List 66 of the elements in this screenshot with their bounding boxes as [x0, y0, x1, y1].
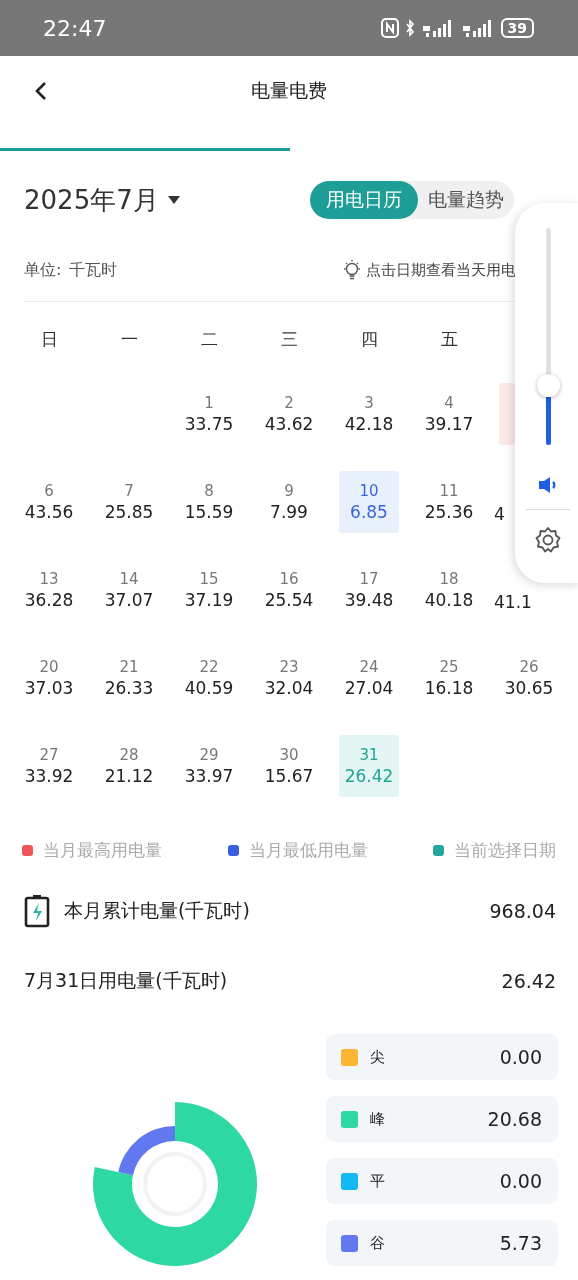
calendar-day[interactable]: 6 43.56	[19, 471, 79, 533]
calendar-day[interactable]: 23 32.04	[259, 647, 319, 709]
calendar-day[interactable]: 21 26.33	[99, 647, 159, 709]
weekday-label: 二	[199, 328, 219, 351]
summary-value: 968.04	[489, 900, 556, 922]
weekday-label: 一	[119, 328, 139, 351]
caret-icon	[166, 195, 181, 205]
battery-charging-icon	[24, 894, 50, 928]
calendar-day[interactable]: 15 37.19	[179, 559, 239, 621]
calendar-day[interactable]: 41.1	[494, 592, 532, 612]
calendar-day[interactable]: 3 42.18	[339, 383, 399, 445]
calendar-day[interactable]: 11 25.36	[419, 471, 479, 533]
unit-label: 单位:	[24, 259, 62, 281]
calendar-day[interactable]: 14 37.07	[99, 559, 159, 621]
calendar-day[interactable]: 4 39.17	[419, 383, 479, 445]
calendar-day[interactable]: 29 33.97	[179, 735, 239, 797]
nfc-icon	[380, 18, 399, 38]
breakdown-label: 尖	[370, 1047, 385, 1067]
breakdown-label: 平	[370, 1171, 385, 1191]
weekday-label: 四	[359, 328, 379, 351]
calendar-day[interactable]: 4	[494, 504, 505, 524]
lightbulb-icon	[342, 259, 362, 281]
calendar-day[interactable]: 30 15.67	[259, 735, 319, 797]
calendar-day[interactable]: 22 40.59	[179, 647, 239, 709]
weekday-label: 三	[279, 328, 299, 351]
breakdown-value: 0.00	[499, 1046, 542, 1068]
calendar-day[interactable]: 18 40.18	[419, 559, 479, 621]
view-tab[interactable]: 电量趋势	[418, 181, 514, 219]
calendar-day[interactable]: 9 7.99	[259, 471, 319, 533]
unit-value: 千瓦时	[69, 259, 118, 281]
page-title: 电量电费	[251, 78, 327, 103]
calendar-day[interactable]: 8 15.59	[179, 471, 239, 533]
breakdown-label: 峰	[370, 1109, 385, 1129]
battery-icon: 39	[500, 18, 534, 38]
slider-thumb[interactable]	[536, 374, 560, 398]
settings-icon	[534, 526, 562, 554]
weekday-label: 日	[39, 328, 59, 351]
summary-value: 26.42	[501, 970, 556, 992]
calendar-day[interactable]: 20 37.03	[19, 647, 79, 709]
legend-label: 当月最低用电量	[248, 839, 368, 862]
calendar-day[interactable]: 16 25.54	[259, 559, 319, 621]
calendar-day[interactable]: 27 33.92	[19, 735, 79, 797]
summary-label: 本月累计电量(千瓦时)	[64, 898, 250, 923]
calendar-day[interactable]: 13 36.28	[19, 559, 79, 621]
bluetooth-icon	[404, 19, 415, 37]
status-time: 22:47	[43, 15, 107, 41]
summary-label: 7月31日用电量(千瓦时)	[24, 968, 228, 993]
calendar-day[interactable]: 1 33.75	[179, 383, 239, 445]
calendar-day[interactable]: 10 6.85	[339, 471, 399, 533]
breakdown-value: 20.68	[487, 1108, 542, 1130]
calendar-day[interactable]: 24 27.04	[339, 647, 399, 709]
weekday-label: 五	[439, 328, 459, 351]
legend-label: 当月最高用电量	[43, 839, 162, 862]
calendar-day[interactable]: 25 16.18	[419, 647, 479, 709]
breakdown-label: 谷	[370, 1233, 385, 1253]
calendar-day[interactable]: 17 39.48	[339, 559, 399, 621]
calendar-day[interactable]: 7 25.85	[99, 471, 159, 533]
calendar-day[interactable]: 26 30.65	[499, 647, 559, 709]
hint-text: 点击日期查看当天用电	[366, 260, 516, 280]
breakdown-value: 5.73	[499, 1232, 542, 1254]
breakdown-value: 0.00	[499, 1170, 542, 1192]
chevron-left-icon	[34, 80, 48, 102]
calendar-day[interactable]: 28 21.12	[99, 735, 159, 797]
legend-label: 当前选择日期	[454, 839, 556, 862]
calendar-day[interactable]: 2 43.62	[259, 383, 319, 445]
month-picker[interactable]: 2025年7月	[24, 182, 181, 218]
